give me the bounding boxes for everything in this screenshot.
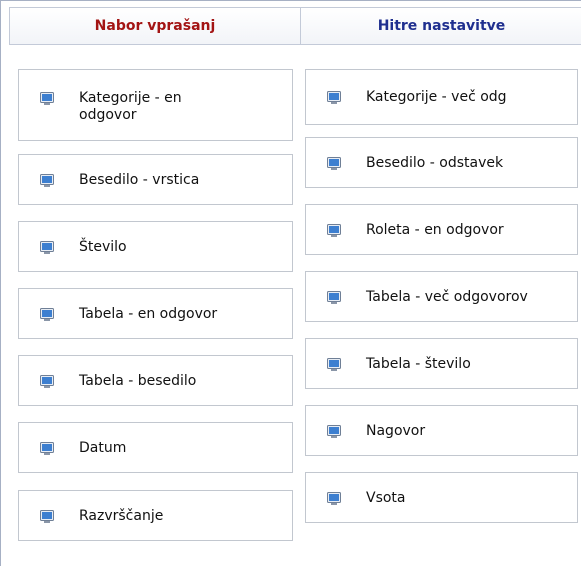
monitor-icon <box>40 308 54 321</box>
question-type-vsota[interactable]: Vsota <box>305 472 578 523</box>
question-type-tabela-vec-odgovorov[interactable]: Tabela - več odgovorov <box>305 271 578 322</box>
item-label: Besedilo - vrstica <box>79 172 200 188</box>
item-label-line2: odgovor <box>79 107 137 123</box>
item-label: Tabela - besedilo <box>79 373 197 389</box>
question-type-besedilo-odstavek[interactable]: Besedilo - odstavek <box>305 137 578 188</box>
question-type-besedilo-vrstica[interactable]: Besedilo - vrstica <box>18 154 293 205</box>
question-type-datum[interactable]: Datum <box>18 422 293 473</box>
tab-hitre-nastavitve[interactable]: Hitre nastavitve <box>301 8 581 44</box>
monitor-icon <box>40 375 54 388</box>
question-type-stevilo[interactable]: Število <box>18 221 293 272</box>
monitor-icon <box>40 442 54 455</box>
question-type-tabela-besedilo[interactable]: Tabela - besedilo <box>18 355 293 406</box>
tab-nabor-vprasanj[interactable]: Nabor vprašanj <box>10 8 301 44</box>
question-type-tabela-stevilo[interactable]: Tabela - število <box>305 338 578 389</box>
item-label: Število <box>79 239 127 255</box>
question-type-kategorije-vec-odg[interactable]: Kategorije - več odg <box>305 69 578 125</box>
question-type-kategorije-en-odgovor[interactable]: Kategorije - en odgovor <box>18 69 293 141</box>
monitor-icon <box>327 91 341 104</box>
item-label: Tabela - več odgovorov <box>366 289 528 305</box>
item-label: Datum <box>79 440 127 456</box>
item-label: Tabela - število <box>366 356 471 372</box>
monitor-icon <box>327 157 341 170</box>
item-label: Razvrščanje <box>79 508 164 524</box>
item-label: Besedilo - odstavek <box>366 155 504 171</box>
monitor-icon <box>40 92 54 105</box>
question-type-nagovor[interactable]: Nagovor <box>305 405 578 456</box>
item-label: Tabela - en odgovor <box>79 306 218 322</box>
question-type-roleta-en-odgovor[interactable]: Roleta - en odgovor <box>305 204 578 255</box>
item-label: Nagovor <box>366 423 426 439</box>
item-label: Vsota <box>366 490 406 506</box>
monitor-icon <box>40 241 54 254</box>
question-panel: Nabor vprašanj Hitre nastavitve Kategori… <box>0 0 581 566</box>
item-label-line1: Kategorije - en <box>79 90 182 106</box>
monitor-icon <box>40 174 54 187</box>
monitor-icon <box>327 224 341 237</box>
question-type-tabela-en-odgovor[interactable]: Tabela - en odgovor <box>18 288 293 339</box>
item-label: Kategorije - več odg <box>366 89 507 105</box>
monitor-icon <box>40 510 54 523</box>
monitor-icon <box>327 358 341 371</box>
monitor-icon <box>327 291 341 304</box>
monitor-icon <box>327 492 341 505</box>
question-type-razvrscanje[interactable]: Razvrščanje <box>18 490 293 541</box>
item-label: Roleta - en odgovor <box>366 222 504 238</box>
monitor-icon <box>327 425 341 438</box>
tab-bar: Nabor vprašanj Hitre nastavitve <box>9 7 581 45</box>
